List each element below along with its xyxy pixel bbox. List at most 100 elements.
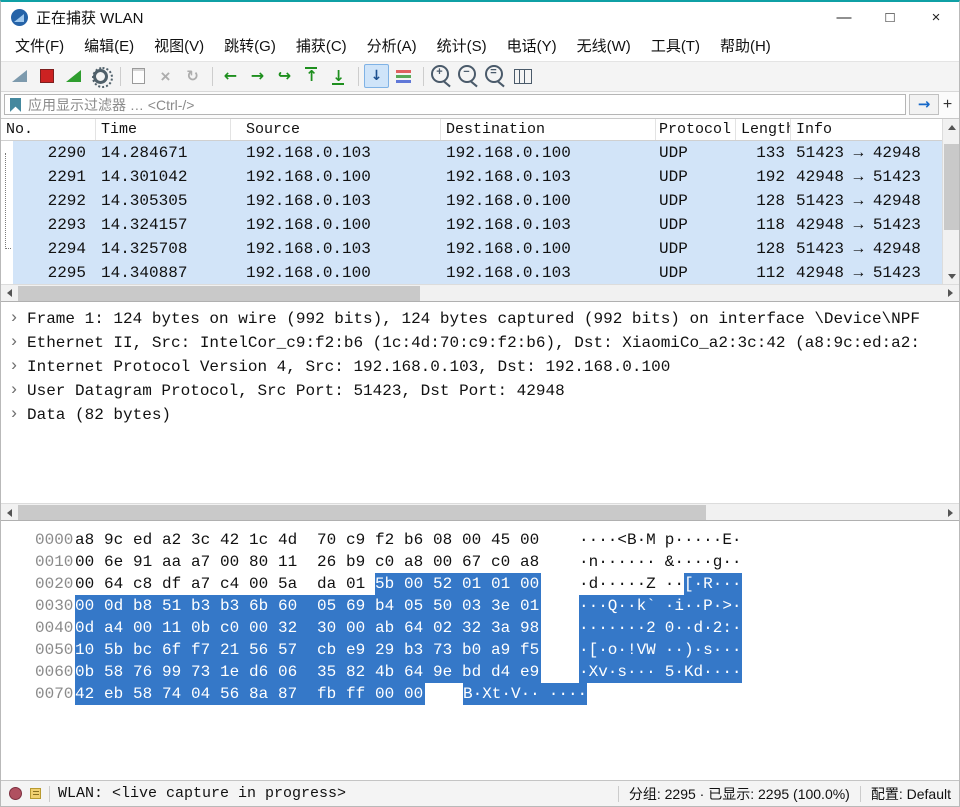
hex-ascii-char[interactable]: · — [472, 683, 482, 706]
hex-byte[interactable]: 00 — [346, 617, 375, 640]
menu-item-edit[interactable]: 编辑(E) — [74, 33, 144, 61]
hex-ascii-char[interactable]: · — [722, 573, 732, 596]
minimize-button[interactable]: — — [821, 2, 867, 34]
hex-ascii-char[interactable]: · — [617, 573, 627, 595]
hex-ascii-char[interactable]: i — [674, 595, 684, 618]
hex-ascii-char[interactable]: [ — [588, 639, 598, 662]
hex-ascii-char[interactable]: · — [617, 551, 627, 573]
hex-byte[interactable]: 52 — [433, 573, 462, 596]
close-button[interactable]: × — [913, 2, 959, 34]
hex-ascii-char[interactable]: ! — [626, 639, 637, 662]
go-first-icon[interactable] — [299, 64, 324, 88]
hex-byte[interactable]: 03 — [462, 595, 491, 618]
hex-ascii-char[interactable]: · — [589, 529, 599, 551]
hex-byte[interactable]: a4 — [104, 617, 133, 640]
hex-ascii-char[interactable]: · — [674, 639, 684, 662]
hex-ascii-char[interactable]: o — [607, 639, 617, 662]
apply-filter-button[interactable] — [909, 94, 939, 116]
hex-byte[interactable]: b3 — [220, 595, 249, 618]
hex-ascii-char[interactable]: · — [683, 617, 694, 640]
hex-ascii-char[interactable]: 2 — [712, 617, 722, 640]
hex-byte[interactable]: a8 — [520, 551, 541, 573]
hex-byte[interactable]: a2 — [162, 529, 191, 551]
hex-byte[interactable]: c4 — [220, 573, 249, 595]
hex-byte[interactable]: 87 — [278, 683, 317, 706]
column-header-proto[interactable]: Protocol — [656, 118, 736, 140]
hex-ascii-char[interactable]: · — [674, 573, 684, 595]
hex-ascii-char[interactable]: · — [637, 529, 647, 551]
hex-byte[interactable]: c0 — [375, 551, 404, 573]
zoom-out-icon[interactable] — [456, 64, 481, 88]
hex-byte[interactable]: b8 — [133, 595, 162, 618]
packet-row[interactable]: 2294 14.325708 192.168.0.103 192.168.0.100 U… — [1, 236, 959, 261]
hex-ascii-char[interactable]: · — [598, 573, 608, 595]
auto-scroll-icon[interactable] — [364, 64, 389, 89]
hex-ascii-char[interactable]: · — [731, 617, 742, 640]
hex-byte[interactable]: 51 — [162, 595, 191, 618]
scroll-right-button[interactable] — [942, 504, 959, 521]
hex-byte[interactable]: aa — [162, 551, 191, 573]
hex-byte[interactable]: 58 — [133, 683, 162, 706]
hex-ascii-char[interactable]: · — [664, 639, 674, 662]
hex-ascii-char[interactable]: · — [684, 551, 694, 573]
hex-byte[interactable]: 73 — [191, 661, 220, 684]
hex-byte[interactable]: 99 — [162, 661, 191, 684]
hex-ascii-char[interactable]: · — [646, 661, 656, 684]
hex-byte[interactable]: 00 — [75, 573, 104, 595]
capture-stop-icon[interactable] — [34, 64, 59, 88]
hex-byte[interactable]: b4 — [375, 595, 404, 618]
scroll-down-button[interactable] — [943, 268, 960, 285]
menu-item-file[interactable]: 文件(F) — [5, 33, 74, 61]
scroll-up-button[interactable] — [943, 119, 960, 136]
hex-byte[interactable]: 00 — [520, 573, 541, 596]
column-header-info[interactable]: Info — [791, 118, 959, 140]
hex-byte[interactable]: ab — [375, 617, 404, 640]
hex-ascii-char[interactable]: · — [674, 551, 684, 573]
hex-ascii-char[interactable]: · — [598, 639, 608, 662]
hex-byte[interactable]: 05 — [317, 595, 346, 618]
hex-ascii-char[interactable]: · — [608, 551, 618, 573]
hex-byte[interactable]: f7 — [191, 639, 220, 662]
hex-ascii-char[interactable]: V — [636, 639, 646, 662]
hex-ascii-char[interactable]: · — [567, 683, 578, 706]
hex-byte[interactable]: 32 — [278, 617, 317, 640]
hex-byte[interactable]: 42 — [220, 529, 249, 551]
hex-byte[interactable]: 00 — [249, 573, 278, 595]
hex-byte[interactable]: 0b — [191, 617, 220, 640]
profile-button[interactable]: 配置: Default — [871, 784, 951, 804]
hex-ascii-char[interactable]: · — [674, 529, 684, 551]
hex-ascii-char[interactable]: & — [665, 551, 675, 573]
hex-ascii-char[interactable]: · — [664, 595, 674, 618]
hex-byte[interactable]: 73 — [433, 639, 462, 662]
hex-ascii-char[interactable]: · — [598, 529, 608, 551]
hex-byte[interactable]: 5a — [278, 573, 317, 595]
hex-byte[interactable]: 56 — [220, 683, 249, 706]
hex-byte[interactable]: c0 — [220, 617, 249, 640]
hex-ascii-char[interactable]: · — [598, 617, 608, 640]
hex-ascii-char[interactable]: · — [722, 551, 732, 573]
hex-ascii-char[interactable]: X — [588, 661, 598, 684]
hex-byte[interactable]: ed — [133, 529, 162, 551]
hex-ascii-char[interactable]: · — [732, 529, 742, 551]
go-forward-icon[interactable] — [245, 64, 270, 88]
hex-byte[interactable]: 06 — [278, 661, 317, 684]
hex-ascii-char[interactable]: W — [646, 639, 656, 662]
hex-ascii-char[interactable]: · — [598, 595, 608, 618]
protocol-layer-row[interactable]: › Frame 1: 124 bytes on wire (992 bits), … — [1, 307, 959, 331]
packet-list-vscrollbar[interactable] — [942, 118, 960, 285]
hex-byte[interactable]: f2 — [375, 529, 404, 551]
hex-byte[interactable]: 91 — [133, 551, 162, 573]
packet-row[interactable]: 2293 14.324157 192.168.0.100 192.168.0.103 U… — [1, 212, 959, 237]
hex-byte[interactable]: 67 — [462, 551, 491, 573]
hex-ascii-char[interactable]: 5 — [664, 661, 674, 684]
hex-byte[interactable]: cb — [317, 639, 346, 662]
hex-ascii-char[interactable]: · — [579, 595, 589, 618]
hex-ascii-char[interactable]: P — [703, 595, 713, 618]
hex-byte[interactable]: bd — [462, 661, 491, 684]
hex-ascii-char[interactable]: M — [646, 529, 656, 551]
hscroll-thumb[interactable] — [18, 505, 706, 521]
protocol-layer-row[interactable]: › Internet Protocol Version 4, Src: 192.1… — [1, 355, 959, 379]
hex-ascii-char[interactable]: · — [722, 639, 732, 662]
column-header-dst[interactable]: Destination — [441, 118, 656, 140]
hex-byte[interactable]: 08 — [433, 529, 462, 551]
